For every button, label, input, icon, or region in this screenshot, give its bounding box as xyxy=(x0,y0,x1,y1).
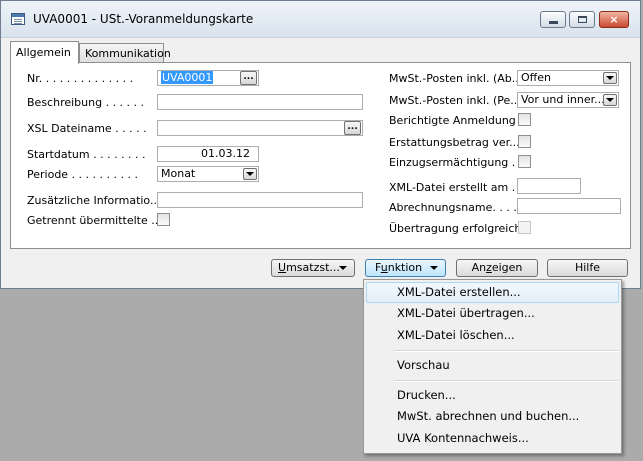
menu-item-drucken[interactable]: Drucken... xyxy=(366,385,619,406)
menu-item-xml-loeschen[interactable]: XML-Datei löschen... xyxy=(366,325,619,346)
getrennt-checkbox[interactable] xyxy=(157,213,170,226)
getrennt-label: Getrennt übermittelte ... xyxy=(27,214,162,227)
berichtigte-checkbox[interactable] xyxy=(518,113,531,126)
nr-value: UVA0001 xyxy=(161,71,214,84)
menu-separator xyxy=(394,350,619,352)
periode-value: Monat xyxy=(161,167,196,180)
chevron-down-icon xyxy=(430,266,438,270)
tab-kommunikation[interactable]: Kommunikation xyxy=(79,43,171,62)
uebertragung-label: Übertragung erfolgreich . xyxy=(389,222,529,235)
einzug-checkbox[interactable] xyxy=(518,155,531,168)
minimize-button[interactable] xyxy=(540,11,566,28)
periode-label: Periode . . . . . . . . . . xyxy=(27,168,138,181)
umsatzst-button[interactable]: Umsatzst... xyxy=(271,259,355,277)
chevron-down-icon xyxy=(339,266,347,270)
uebertragung-checkbox xyxy=(518,221,531,234)
xml-erstellt-field[interactable] xyxy=(517,178,581,194)
chevron-down-icon[interactable] xyxy=(603,94,617,106)
nr-lookup-button[interactable]: ... xyxy=(240,71,257,85)
mwst-pe-dropdown[interactable]: Vor und inner... xyxy=(517,92,619,108)
startdatum-field[interactable]: 01.03.12 xyxy=(157,146,259,162)
mwst-pe-label: MwSt.-Posten inkl. (Pe... xyxy=(389,94,521,107)
abrechnungsname-label: Abrechnungsname. . . . xyxy=(389,201,517,214)
minimize-icon xyxy=(548,21,558,24)
maximize-icon xyxy=(577,16,587,23)
einzug-label: Einzugsermächtigung . . xyxy=(389,156,523,169)
abrechnungsname-field[interactable] xyxy=(517,198,621,214)
title-bar[interactable]: UVA0001 - USt.-Voranmeldungskarte × xyxy=(1,1,640,38)
mwst-ab-dropdown[interactable]: Offen xyxy=(517,70,619,86)
nr-label: Nr. . . . . . . . . . . . . . xyxy=(27,72,134,85)
menu-item-uva-kontennachweis[interactable]: UVA Kontennachweis... xyxy=(366,428,619,449)
funktion-menu: XML-Datei erstellen... XML-Datei übertra… xyxy=(363,279,622,454)
close-icon: × xyxy=(609,13,619,26)
erstattung-checkbox[interactable] xyxy=(518,135,531,148)
chevron-down-icon[interactable] xyxy=(243,168,257,180)
mwst-ab-label: MwSt.-Posten inkl. (Ab... xyxy=(389,72,523,85)
main-window: UVA0001 - USt.-Voranmeldungskarte × Allg… xyxy=(0,0,641,289)
menu-item-xml-erstellen[interactable]: XML-Datei erstellen... xyxy=(366,282,619,303)
beschreibung-label: Beschreibung . . . . . . xyxy=(27,96,145,109)
xsl-lookup-button[interactable]: ... xyxy=(344,121,361,135)
beschreibung-field[interactable] xyxy=(157,94,363,110)
zusaetzliche-field[interactable] xyxy=(157,192,363,208)
maximize-button[interactable] xyxy=(569,11,595,28)
mwst-ab-value: Offen xyxy=(521,71,551,84)
anzeigen-button[interactable]: Anzeigen xyxy=(456,259,538,277)
erstattung-label: Erstattungsbetrag ver... xyxy=(389,136,520,149)
zusaetzliche-label: Zusätzliche Informatio... xyxy=(27,194,161,207)
startdatum-label: Startdatum . . . . . . . . xyxy=(27,148,146,161)
menu-item-xml-uebertragen[interactable]: XML-Datei übertragen... xyxy=(366,303,619,324)
xsl-dateiname-label: XSL Dateiname . . . . . xyxy=(27,122,147,135)
window-title: UVA0001 - USt.-Voranmeldungskarte xyxy=(33,12,254,26)
funktion-button[interactable]: Funktion xyxy=(365,259,446,277)
chevron-down-icon[interactable] xyxy=(603,72,617,84)
tab-allgemein[interactable]: Allgemein xyxy=(10,41,79,64)
periode-dropdown[interactable]: Monat xyxy=(157,166,259,182)
close-button[interactable]: × xyxy=(599,11,629,28)
menu-separator xyxy=(394,380,619,382)
menu-item-mwst-abrechnen[interactable]: MwSt. abrechnen und buchen... xyxy=(366,406,619,427)
xml-erstellt-label: XML-Datei erstellt am . . xyxy=(389,181,523,194)
tab-panel: Nr. . . . . . . . . . . . . . UVA0001 ..… xyxy=(10,62,631,249)
mwst-pe-value: Vor und inner... xyxy=(521,93,605,106)
menu-item-vorschau[interactable]: Vorschau xyxy=(366,355,619,376)
xsl-dateiname-field[interactable] xyxy=(157,120,363,136)
berichtigte-label: Berichtigte Anmeldung . . xyxy=(389,114,530,127)
hilfe-button[interactable]: Hilfe xyxy=(547,259,628,277)
form-icon xyxy=(11,13,25,25)
